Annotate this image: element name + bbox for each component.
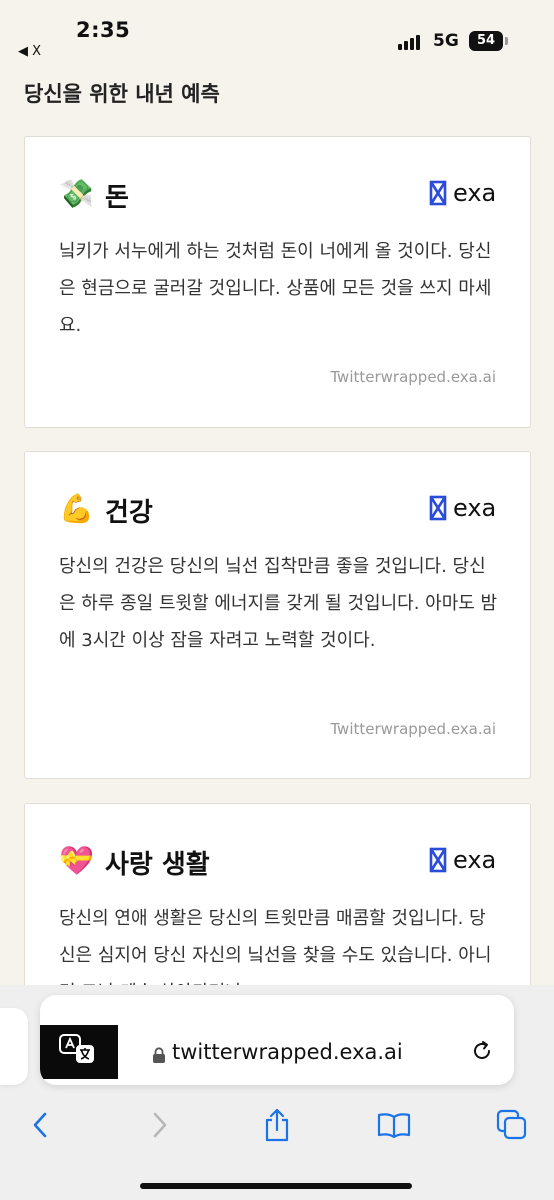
card-body: 닠키가 서누에게 하는 것처럼 돈이 너에게 올 것이다. 당신은 현금으로 굴…	[59, 241, 492, 336]
exa-mark-icon	[429, 180, 447, 206]
bookmarks-button[interactable]	[372, 1103, 416, 1147]
back-button[interactable]	[18, 1103, 62, 1147]
cellular-signal-icon	[398, 34, 424, 50]
share-button[interactable]	[255, 1103, 299, 1147]
exa-logo[interactable]: exa	[429, 846, 496, 874]
card-footer-source: Twitterwrapped.exa.ai	[330, 368, 496, 386]
prediction-card-money: 💸 돈 exa 닠키가 서누에게 하는 것처럼 돈이 너에게 올 것이다. 당신…	[24, 136, 531, 428]
exa-mark-icon	[429, 847, 447, 873]
network-type: 5G	[433, 31, 459, 51]
status-time: 2:35	[76, 18, 131, 42]
chevron-right-icon	[153, 1112, 167, 1138]
translate-button[interactable]	[40, 1025, 118, 1079]
page-title: 당신을 위한 내년 예측	[24, 82, 220, 106]
forward-button[interactable]	[138, 1103, 182, 1147]
home-indicator	[140, 1183, 412, 1189]
exa-logo[interactable]: exa	[429, 494, 496, 522]
url-text[interactable]: twitterwrapped.exa.ai	[172, 1040, 403, 1064]
card-body: 당신의 건강은 당신의 닠선 집착만큼 좋을 것입니다. 당신은 하루 종일 트…	[59, 556, 498, 651]
back-to-app-link[interactable]: ◀ X	[18, 44, 41, 59]
exa-wordmark: exa	[453, 494, 497, 522]
translate-icon	[59, 1034, 94, 1063]
chevron-left-icon	[33, 1112, 47, 1138]
card-title: 돈	[105, 183, 129, 213]
tabs-button[interactable]	[490, 1103, 534, 1147]
heart-with-ribbon-emoji-icon: 💝	[59, 844, 94, 877]
exa-wordmark: exa	[453, 846, 497, 874]
card-title: 사랑 생활	[105, 850, 210, 880]
battery-tip	[505, 37, 508, 45]
reload-icon[interactable]	[470, 1039, 494, 1063]
exa-logo[interactable]: exa	[429, 179, 496, 207]
card-footer-source: Twitterwrapped.exa.ai	[330, 720, 496, 738]
battery-icon: 54	[469, 31, 503, 51]
money-emoji-icon: 💸	[59, 177, 94, 210]
tabs-icon	[496, 1109, 527, 1140]
browser-toolbar	[0, 1095, 554, 1155]
prediction-card-health: 💪 건강 exa 당신의 건강은 당신의 닠선 집착만큼 좋을 것입니다. 당신…	[24, 451, 531, 779]
card-title: 건강	[105, 498, 153, 528]
address-bar[interactable]: twitterwrapped.exa.ai	[40, 995, 514, 1085]
lock-icon	[153, 1047, 165, 1063]
exa-wordmark: exa	[453, 179, 497, 207]
flexed-biceps-emoji-icon: 💪	[59, 492, 94, 525]
exa-mark-icon	[429, 495, 447, 521]
share-icon	[265, 1108, 289, 1142]
book-icon	[377, 1113, 411, 1139]
previous-tab-preview[interactable]	[0, 1008, 28, 1085]
status-bar: 2:35 ◀ X 5G 54	[0, 0, 554, 70]
